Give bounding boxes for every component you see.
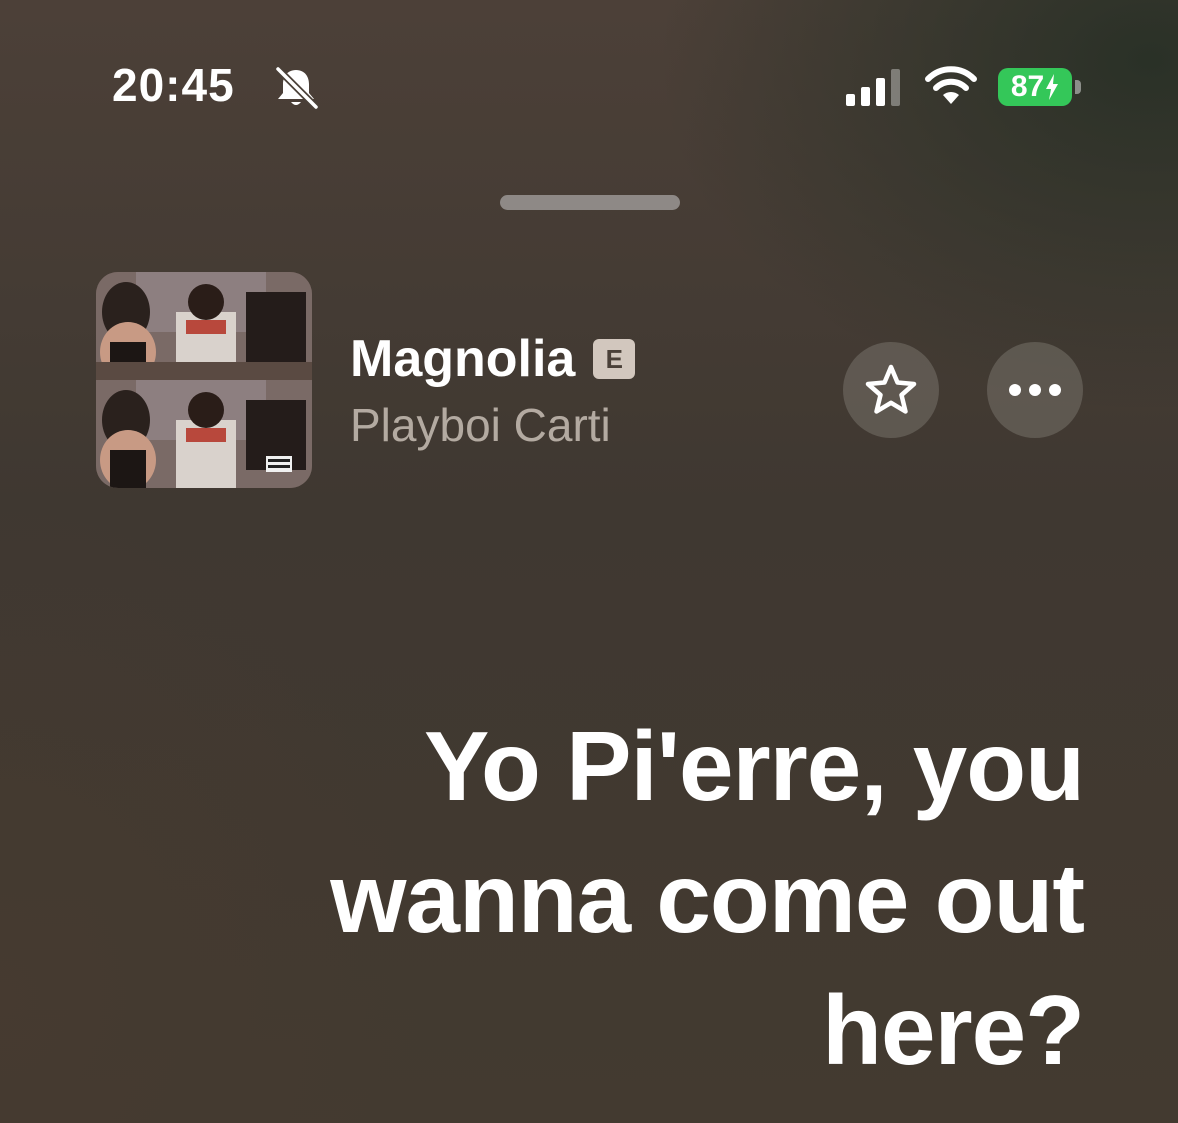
artist-name[interactable]: Playboi Carti — [350, 402, 611, 448]
sheet-grabber[interactable] — [500, 195, 680, 210]
signal-icon — [846, 69, 900, 106]
battery-indicator: 87 — [998, 68, 1084, 106]
bell-slash-icon — [274, 66, 320, 110]
bolt-icon — [1046, 74, 1059, 100]
track-title: Magnolia — [350, 330, 576, 388]
status-bar: 20:45 87 — [0, 0, 1178, 130]
ellipsis-icon — [1009, 384, 1061, 396]
album-artwork[interactable] — [96, 272, 312, 488]
lyrics-current-line[interactable]: Yo Pi'erre, you wanna come out here? — [264, 700, 1085, 1096]
favorite-button[interactable] — [843, 342, 939, 438]
battery-level: 87 — [1010, 70, 1045, 103]
more-button[interactable] — [987, 342, 1083, 438]
artwork-image — [96, 272, 312, 488]
wifi-icon — [925, 66, 977, 104]
track-title-row: Magnolia E — [350, 330, 636, 388]
battery-cap — [1075, 80, 1081, 94]
star-icon — [865, 364, 917, 414]
status-time: 20:45 — [112, 59, 235, 111]
explicit-badge: E — [593, 339, 636, 379]
battery-charging-icon: 87 — [998, 68, 1072, 106]
